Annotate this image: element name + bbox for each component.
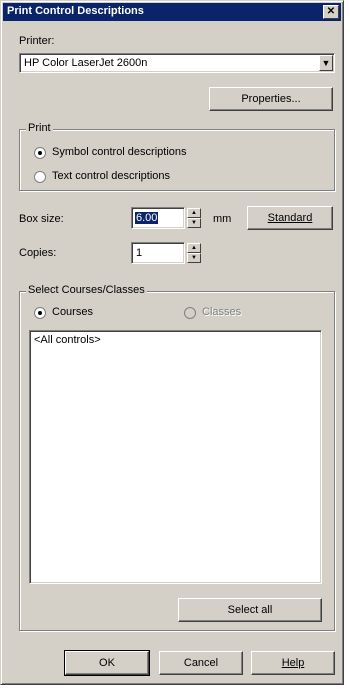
copies-label: Copies: (19, 247, 57, 259)
standard-button-label: Standard (267, 212, 313, 224)
help-button[interactable]: Help (251, 651, 335, 675)
select-all-button[interactable]: Select all (178, 598, 322, 622)
standard-button[interactable]: Standard (247, 206, 333, 230)
box-size-up-icon[interactable]: ▲ (187, 208, 201, 218)
close-button[interactable]: ✕ (323, 5, 339, 19)
copies-input[interactable]: 1 (131, 242, 185, 264)
copies-down-icon[interactable]: ▼ (187, 253, 201, 263)
printer-label: Printer: (19, 35, 55, 47)
courses-list[interactable]: <All controls> (29, 330, 322, 584)
courses-radio[interactable] (34, 307, 46, 319)
title-bar: Print Control Descriptions ✕ (3, 3, 341, 21)
box-size-input[interactable]: 6.00 (131, 207, 185, 229)
text-descriptions-radio[interactable] (34, 171, 46, 183)
printer-select[interactable]: HP Color LaserJet 2600n ▼ (19, 53, 335, 73)
box-size-down-icon[interactable]: ▼ (187, 218, 201, 228)
box-size-value: 6.00 (135, 212, 159, 224)
copies-up-icon[interactable]: ▲ (187, 243, 201, 253)
cancel-button[interactable]: Cancel (159, 651, 243, 675)
courses-label[interactable]: Courses (52, 306, 93, 318)
print-group-title: Print (26, 122, 53, 134)
symbol-descriptions-radio[interactable] (34, 147, 46, 159)
chevron-down-icon[interactable]: ▼ (319, 55, 333, 71)
box-size-label: Box size: (19, 213, 64, 225)
symbol-descriptions-label[interactable]: Symbol control descriptions (52, 146, 187, 158)
classes-radio (184, 307, 196, 319)
printer-select-value: HP Color LaserJet 2600n (24, 57, 148, 69)
help-button-label: Help (281, 657, 305, 669)
properties-button[interactable]: Properties... (209, 87, 333, 111)
print-group: Print Symbol control descriptions Text c… (19, 122, 335, 191)
list-item[interactable]: <All controls> (34, 334, 101, 346)
select-courses-classes-group: Select Courses/Classes Courses Classes <… (19, 284, 335, 631)
ok-button[interactable]: OK (64, 650, 150, 676)
print-control-descriptions-dialog: Print Control Descriptions ✕ Printer: HP… (0, 0, 344, 685)
box-size-unit: mm (213, 213, 232, 225)
classes-label: Classes (202, 306, 242, 318)
copies-value: 1 (136, 247, 143, 259)
text-descriptions-label[interactable]: Text control descriptions (52, 170, 170, 182)
select-group-title: Select Courses/Classes (26, 284, 147, 296)
window-title: Print Control Descriptions (7, 5, 144, 17)
